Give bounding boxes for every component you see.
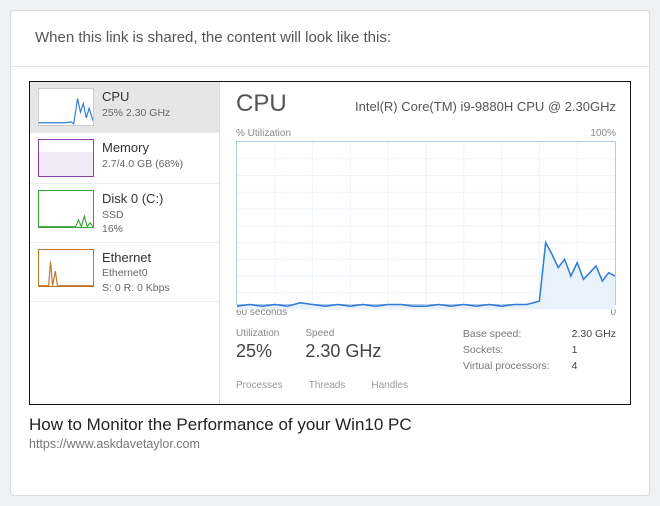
detail-value: 1 (572, 344, 616, 356)
sidebar-item-disk[interactable]: Disk 0 (C:) SSD 16% (30, 184, 219, 243)
share-preview-card: When this link is shared, the content wi… (10, 10, 650, 496)
cutoff-label: Threads (309, 380, 346, 391)
chart-toplabel-left: % Utilization (236, 128, 291, 139)
perf-sidebar: CPU 25% 2.30 GHz Memory 2.7/4.0 GB (68%) (30, 82, 220, 404)
sidebar-item-ethernet[interactable]: Ethernet Ethernet0 S: 0 R: 0 Kbps (30, 243, 219, 302)
stat-value: 2.30 GHz (305, 341, 381, 362)
cpu-model: Intel(R) Core(TM) i9-9880H CPU @ 2.30GHz (355, 99, 616, 114)
cutoff-label: Processes (236, 380, 283, 391)
stat-label: Speed (305, 328, 381, 339)
sidebar-item-sub: Ethernet0 (102, 266, 170, 280)
cutoff-row: Processes Threads Handles (236, 380, 616, 391)
stat-speed: Speed 2.30 GHz (305, 328, 381, 372)
sidebar-item-label: Disk 0 (C:) (102, 190, 163, 208)
link-meta: How to Monitor the Performance of your W… (11, 405, 649, 465)
detail-value: 4 (572, 360, 616, 372)
stat-utilization: Utilization 25% (236, 328, 279, 372)
main-pane: CPU Intel(R) Core(TM) i9-9880H CPU @ 2.3… (220, 82, 630, 404)
stat-label: Utilization (236, 328, 279, 339)
sidebar-item-label: Ethernet (102, 249, 170, 267)
link-url: https://www.askdavetaylor.com (29, 437, 631, 451)
detail-label: Sockets: (463, 344, 550, 356)
sidebar-item-memory[interactable]: Memory 2.7/4.0 GB (68%) (30, 133, 219, 184)
sidebar-item-label: Memory (102, 139, 183, 157)
page-title: CPU (236, 90, 287, 118)
sidebar-item-cpu[interactable]: CPU 25% 2.30 GHz (30, 82, 219, 133)
ethernet-thumb-icon (38, 249, 94, 287)
link-title: How to Monitor the Performance of your W… (29, 415, 631, 435)
chart-toplabel-right: 100% (590, 128, 616, 139)
sidebar-item-label: CPU (102, 88, 170, 106)
preview-wrap: CPU 25% 2.30 GHz Memory 2.7/4.0 GB (68%) (11, 67, 649, 405)
sidebar-item-sub2: S: 0 R: 0 Kbps (102, 281, 170, 295)
detail-value: 2.30 GHz (572, 328, 616, 340)
disk-thumb-icon (38, 190, 94, 228)
memory-thumb-icon (38, 139, 94, 177)
intro-text: When this link is shared, the content wi… (11, 11, 649, 67)
detail-label: Base speed: (463, 328, 550, 340)
chart-svg (237, 142, 615, 310)
detail-label: Virtual processors: (463, 360, 550, 372)
task-manager-preview: CPU 25% 2.30 GHz Memory 2.7/4.0 GB (68%) (29, 81, 631, 405)
cpu-thumb-icon (38, 88, 94, 126)
cpu-utilization-chart (236, 141, 616, 305)
cutoff-label: Handles (371, 380, 408, 391)
sidebar-item-sub: SSD (102, 208, 163, 222)
sidebar-item-sub2: 16% (102, 222, 163, 236)
sidebar-item-sub: 2.7/4.0 GB (68%) (102, 157, 183, 171)
stat-value: 25% (236, 341, 279, 362)
detail-col: Base speed: 2.30 GHz Sockets: 1 Virtual … (463, 328, 616, 372)
sidebar-item-sub: 25% 2.30 GHz (102, 106, 170, 120)
